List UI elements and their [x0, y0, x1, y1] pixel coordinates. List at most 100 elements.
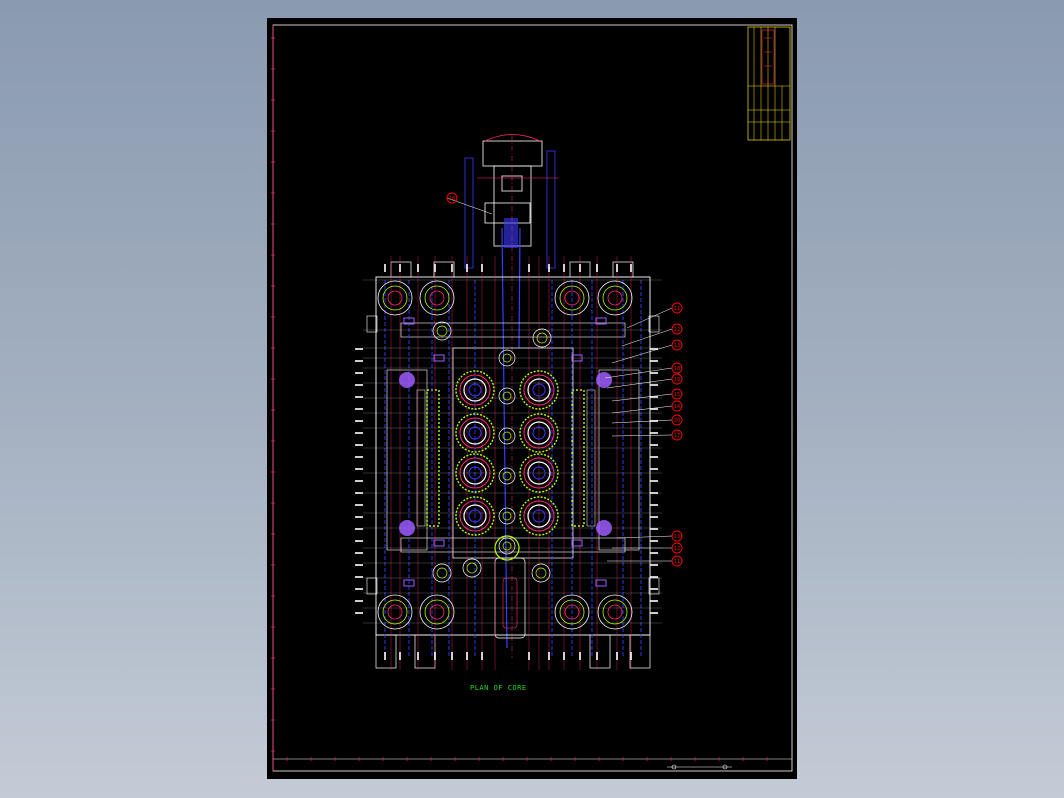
dimension-text-left: [355, 504, 363, 506]
locating-block: [571, 539, 583, 547]
ejector-pin-core: [535, 567, 547, 579]
runner-node: [498, 537, 516, 555]
callout-number: 14: [674, 404, 680, 410]
dimension-text-right: [650, 552, 658, 554]
dimension-text-right: [650, 480, 658, 482]
dimension-text-top: [630, 264, 632, 272]
dimension-text-bottom: [596, 652, 598, 660]
dimension-text-top: [579, 264, 581, 272]
dimension-text-right: [650, 516, 658, 518]
boss-inner: [424, 285, 450, 311]
callout-number: 12: [674, 327, 680, 333]
drawing-sheet: 16 11 12 13 18 19 15 14 20 17 13 12 11 PLAN OF CORE: [267, 18, 797, 779]
lifter-block: [399, 520, 415, 536]
callout-leader: [621, 328, 673, 347]
callout-leader: [626, 307, 673, 329]
callout-number: 13: [674, 343, 680, 349]
dimension-text-left: [355, 492, 363, 494]
runner-node-core: [502, 471, 512, 481]
callout-number: 12: [674, 546, 680, 552]
callout-number: 11: [674, 306, 680, 312]
sprue-assembly: [464, 134, 559, 658]
callout-number: 18: [674, 366, 680, 372]
bottom-ruler-ticks: [286, 757, 768, 761]
mold-base: [366, 261, 660, 669]
callout-leader: [611, 434, 673, 437]
dimension-text-right: [650, 540, 658, 542]
ejector-pin-core: [436, 325, 448, 337]
dimension-text-right: [650, 444, 658, 446]
dimension-text-left: [355, 516, 363, 518]
callout-number: 11: [674, 559, 680, 565]
dimension-text-left: [355, 540, 363, 542]
dimension-text-right: [650, 492, 658, 494]
dimension-text-top: [399, 264, 401, 272]
callout-number: 16: [449, 196, 455, 202]
dimension-text-right: [650, 504, 658, 506]
dimension-text-right: [650, 588, 658, 590]
dimension-text-left: [355, 432, 363, 434]
dimension-text-bottom: [563, 652, 565, 660]
dimension-text-right: [650, 372, 658, 374]
dimension-text-top: [384, 264, 386, 272]
boss-inner: [382, 599, 408, 625]
drawing-caption: PLAN OF CORE: [470, 684, 527, 692]
runner-node-core: [502, 541, 512, 551]
dimension-text-left: [355, 564, 363, 566]
core-cavities: [455, 349, 559, 561]
dimension-text-right: [650, 384, 658, 386]
ejector-pin-core: [536, 332, 548, 344]
dimension-text-left: [355, 612, 363, 614]
dimension-text-bottom: [579, 652, 581, 660]
dimension-text-left: [355, 444, 363, 446]
dimension-text-bottom: [466, 652, 468, 660]
dimension-text-left: [355, 360, 363, 362]
dimension-text-right: [650, 612, 658, 614]
dimension-text-top: [596, 264, 598, 272]
dimension-text-right: [650, 564, 658, 566]
dimension-text-bottom: [528, 652, 530, 660]
ejector-pin: [532, 328, 552, 348]
runner-node: [498, 427, 516, 445]
dimension-text-top: [434, 264, 436, 272]
callout-number: 20: [674, 418, 680, 424]
callout-leader: [611, 393, 673, 402]
dimension-text-bottom: [630, 652, 632, 660]
callout-number: 13: [674, 534, 680, 540]
dimension-text-top: [451, 264, 453, 272]
dimension-text-left: [355, 384, 363, 386]
runner-node: [498, 467, 516, 485]
boss-core: [607, 604, 623, 620]
dimension-text-bottom: [548, 652, 550, 660]
dimension-text-top: [548, 264, 550, 272]
callout-leader: [604, 367, 673, 379]
scale-bar: [667, 764, 732, 770]
title-block: [747, 26, 791, 141]
dimension-text-right: [650, 456, 658, 458]
dimension-text-right: [650, 600, 658, 602]
dimension-text-left: [355, 528, 363, 530]
dimension-text-left: [355, 408, 363, 410]
slide-strips: [416, 389, 596, 527]
runner-node: [498, 507, 516, 525]
dimension-text-right: [650, 528, 658, 530]
callout-leader: [611, 405, 673, 414]
ejector-pin-core: [466, 562, 478, 574]
dimension-text-bottom: [434, 652, 436, 660]
dimension-text-left: [355, 480, 363, 482]
dimension-text-top: [481, 264, 483, 272]
dimension-text-left: [355, 420, 363, 422]
dimension-text-bottom: [399, 652, 401, 660]
locating-block: [595, 579, 607, 587]
dimension-text-top: [528, 264, 530, 272]
dimension-text-bottom: [384, 652, 386, 660]
callout-number: 19: [674, 377, 680, 383]
dimension-text-left: [355, 372, 363, 374]
dimension-text-bottom: [451, 652, 453, 660]
dimension-text-right: [650, 576, 658, 578]
ejector-pin: [432, 563, 452, 583]
dimension-text-top: [417, 264, 419, 272]
lifter-block: [596, 520, 612, 536]
lifter-block: [596, 372, 612, 388]
dimension-text-bottom: [481, 652, 483, 660]
